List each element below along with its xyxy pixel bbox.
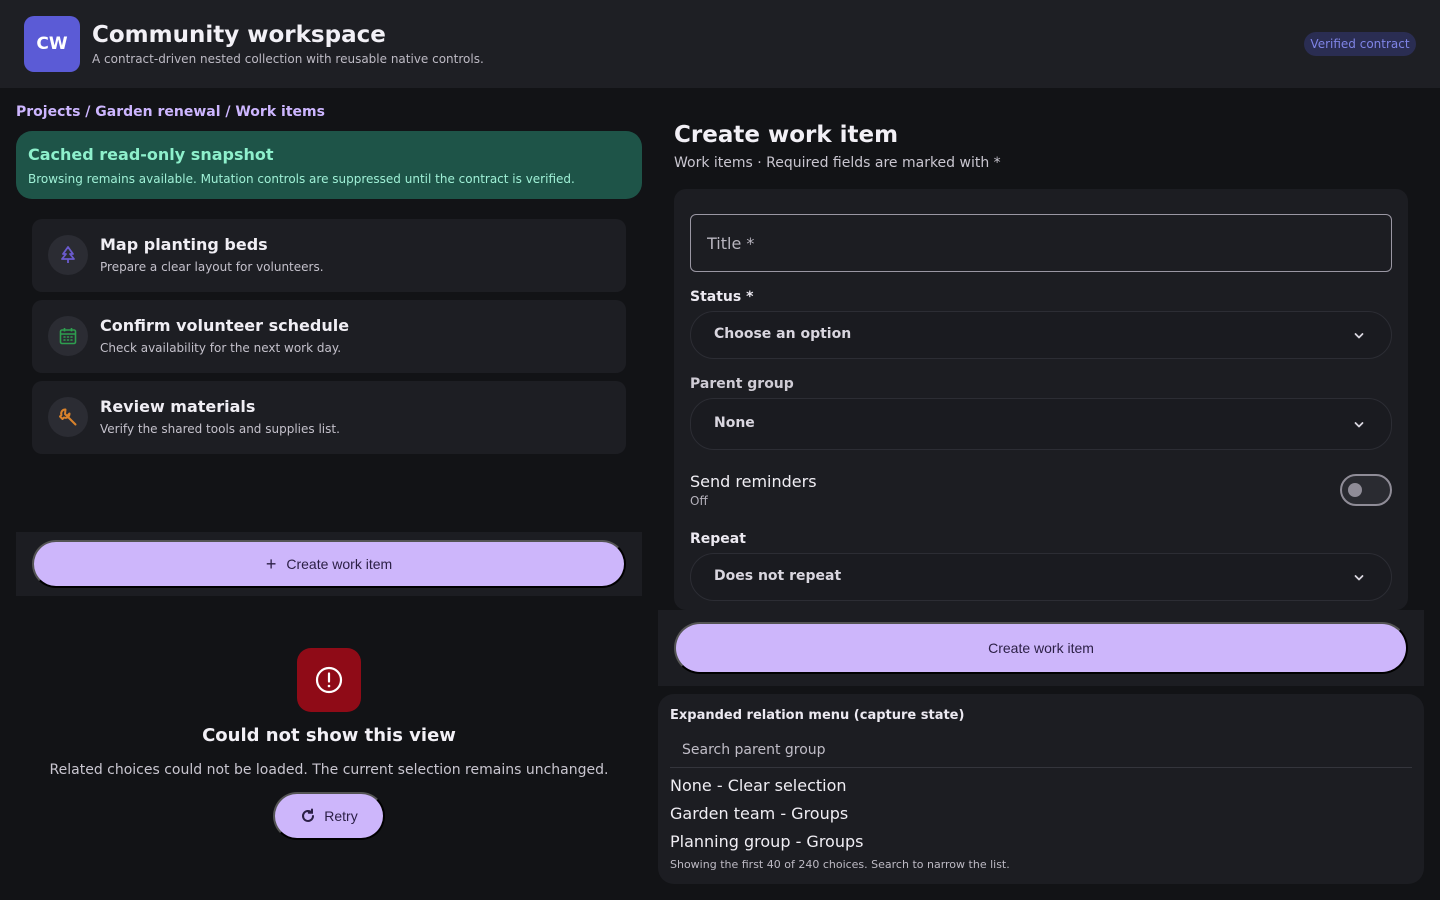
relation-menu-note: Showing the first 40 of 240 choices. Sea…	[670, 858, 1010, 871]
create-bar: + Create work item	[16, 532, 642, 596]
submit-create-work-item-button[interactable]: Create work item	[674, 622, 1408, 674]
tree-icon	[48, 235, 88, 275]
refresh-icon	[302, 808, 315, 822]
relation-menu: Expanded relation menu (capture state) N…	[658, 694, 1424, 884]
chevron-down-icon	[1354, 575, 1364, 581]
app-subtitle: A contract-driven nested collection with…	[92, 52, 484, 66]
snapshot-title: Cached read-only snapshot	[28, 145, 274, 164]
snapshot-text: Browsing remains available. Mutation con…	[28, 172, 575, 186]
form-title: Create work item	[674, 122, 899, 148]
app-header: CW Community workspace A contract-driven…	[0, 0, 1440, 88]
relation-menu-title: Expanded relation menu (capture state)	[670, 708, 965, 723]
status-select[interactable]: Choose an option	[690, 311, 1392, 359]
chevron-down-icon	[1354, 333, 1364, 339]
work-item-description: Check availability for the next work day…	[100, 341, 342, 355]
error-title: Could not show this view	[202, 725, 456, 746]
repeat-label: Repeat	[690, 531, 746, 547]
app-title: Community workspace	[92, 22, 386, 48]
work-item-title: Map planting beds	[100, 235, 268, 254]
work-item-confirm-volunteer-schedule[interactable]: Confirm volunteer schedule Check availab…	[32, 300, 626, 373]
work-item-review-materials[interactable]: Review materials Verify the shared tools…	[32, 381, 626, 454]
form-subtitle: Work items · Required fields are marked …	[674, 155, 1001, 171]
send-reminders-toggle[interactable]	[1340, 474, 1392, 506]
status-label: Status *	[690, 289, 754, 305]
work-item-description: Verify the shared tools and supplies lis…	[100, 422, 340, 436]
parent-group-search-input[interactable]	[670, 732, 1412, 768]
work-item-map-planting-beds[interactable]: Map planting beds Prepare a clear layout…	[32, 219, 626, 292]
work-item-description: Prepare a clear layout for volunteers.	[100, 260, 324, 274]
snapshot-banner: Cached read-only snapshot Browsing remai…	[16, 131, 642, 199]
create-work-item-label: Create work item	[286, 556, 393, 572]
parent-group-select[interactable]: None	[690, 398, 1392, 450]
plus-icon: +	[265, 554, 277, 574]
form-submit-bar: Create work item	[658, 610, 1424, 686]
status-select-value: Choose an option	[714, 326, 852, 342]
work-item-title: Review materials	[100, 397, 256, 416]
relation-option[interactable]: Garden team - Groups	[670, 804, 848, 823]
repeat-select[interactable]: Does not repeat	[690, 553, 1392, 601]
wrench-icon	[48, 397, 88, 437]
toggle-knob	[1348, 483, 1362, 497]
send-reminders-label: Send reminders	[690, 472, 817, 491]
error-message: Related choices could not be loaded. The…	[49, 762, 609, 778]
alert-icon	[297, 648, 361, 712]
repeat-select-value: Does not repeat	[714, 568, 842, 584]
verified-contract-badge: Verified contract	[1304, 32, 1416, 56]
app-logo: CW	[24, 16, 80, 72]
title-input[interactable]	[690, 214, 1392, 272]
retry-button[interactable]: Retry	[273, 792, 385, 840]
calendar-icon	[48, 316, 88, 356]
parent-group-select-value: None	[714, 415, 755, 431]
relation-option[interactable]: Planning group - Groups	[670, 832, 863, 851]
breadcrumb[interactable]: Projects / Garden renewal / Work items	[16, 104, 325, 120]
work-item-title: Confirm volunteer schedule	[100, 316, 350, 335]
chevron-down-icon	[1354, 422, 1364, 428]
send-reminders-state: Off	[690, 494, 708, 508]
relation-option[interactable]: None - Clear selection	[670, 776, 847, 795]
parent-group-label: Parent group	[690, 376, 794, 392]
create-work-item-button[interactable]: + Create work item	[32, 540, 626, 588]
retry-label: Retry	[324, 808, 358, 824]
